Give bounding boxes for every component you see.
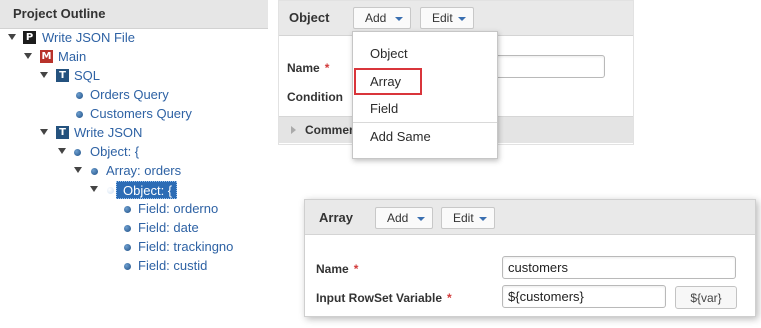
task-icon: T <box>56 69 69 82</box>
tree-node-label[interactable]: Main <box>58 49 86 64</box>
edit-button-label: Edit <box>453 211 474 225</box>
tree-node-label[interactable]: Array: orders <box>106 163 181 178</box>
tree-node-customers-query[interactable]: Customers Query <box>0 105 268 124</box>
expand-toggle-icon[interactable] <box>8 34 16 40</box>
bullet-icon <box>124 244 131 251</box>
expand-toggle-icon[interactable] <box>90 186 98 192</box>
menu-divider <box>353 122 497 123</box>
expand-toggle-icon[interactable] <box>40 72 48 78</box>
tree-node-label[interactable]: Field: custid <box>138 258 207 273</box>
bullet-icon <box>124 206 131 213</box>
tree-node-label[interactable]: Write JSON File <box>42 30 135 45</box>
array-edit-button[interactable]: Edit <box>441 207 495 229</box>
project-outline-panel: Project Outline P Write JSON File M Main… <box>0 0 268 282</box>
array-name-input[interactable]: customers <box>502 256 736 279</box>
chevron-down-icon <box>417 217 425 221</box>
tree-node-label[interactable]: SQL <box>74 68 100 83</box>
expand-toggle-icon[interactable] <box>74 167 82 173</box>
tree-node-field-trackingno[interactable]: Field: trackingno <box>0 238 268 257</box>
expand-toggle-icon[interactable] <box>24 53 32 59</box>
expand-toggle-icon[interactable] <box>40 129 48 135</box>
tree-node-label[interactable]: Write JSON <box>74 125 142 140</box>
tree-node-label[interactable]: Field: orderno <box>138 201 218 216</box>
bullet-icon <box>74 149 81 156</box>
menu-item-field[interactable]: Field <box>370 101 398 116</box>
required-marker: * <box>324 61 330 75</box>
tree-node-label[interactable]: Field: trackingno <box>138 239 233 254</box>
edit-button-label: Edit <box>432 11 453 25</box>
bullet-icon <box>107 187 114 194</box>
add-button-label: Add <box>387 211 409 225</box>
object-add-button[interactable]: Add <box>353 7 411 29</box>
main-module-icon: M <box>40 50 53 63</box>
object-name-label: Name * <box>287 61 330 75</box>
object-condition-label: Condition <box>287 90 343 104</box>
expand-toggle-icon[interactable] <box>58 148 66 154</box>
rowset-variable-label: Input RowSet Variable * <box>316 291 452 305</box>
tree-node-object[interactable]: Object: { <box>0 143 268 162</box>
object-panel-title: Object <box>289 10 330 25</box>
array-panel-title: Array <box>319 210 353 225</box>
bullet-icon <box>76 111 83 118</box>
rowset-variable-input[interactable]: ${customers} <box>502 285 666 308</box>
array-name-label: Name * <box>316 262 359 276</box>
menu-item-add-same[interactable]: Add Same <box>370 129 431 144</box>
required-marker: * <box>353 262 359 276</box>
object-edit-button[interactable]: Edit <box>420 7 474 29</box>
array-toolbar: Array Add Edit <box>305 200 755 235</box>
array-add-button[interactable]: Add <box>375 207 433 229</box>
bullet-icon <box>124 263 131 270</box>
required-marker: * <box>447 291 452 305</box>
bullet-icon <box>91 168 98 175</box>
highlight-box <box>354 68 422 95</box>
insert-variable-button[interactable]: ${var} <box>675 286 737 309</box>
tree-node-array-orders[interactable]: Array: orders <box>0 162 268 181</box>
tree-node-field-date[interactable]: Field: date <box>0 219 268 238</box>
bullet-icon <box>124 225 131 232</box>
chevron-down-icon <box>458 17 466 21</box>
tree-node-label[interactable]: Object: { <box>90 144 139 159</box>
tree-node-field-custid[interactable]: Field: custid <box>0 257 268 276</box>
tree-node-sql[interactable]: T SQL <box>0 67 268 86</box>
tree-node-label[interactable]: Orders Query <box>90 87 169 102</box>
add-button-label: Add <box>365 11 387 25</box>
tree-node-field-orderno[interactable]: Field: orderno <box>0 200 268 219</box>
chevron-down-icon <box>479 217 487 221</box>
menu-item-object[interactable]: Object <box>370 46 408 61</box>
tree-node-main[interactable]: M Main <box>0 48 268 67</box>
project-icon: P <box>23 31 36 44</box>
outline-title: Project Outline <box>0 0 268 29</box>
task-icon: T <box>56 126 69 139</box>
tree-node-write-json-file[interactable]: P Write JSON File <box>0 29 268 48</box>
object-name-input[interactable] <box>493 55 605 78</box>
expand-arrow-icon <box>291 126 296 134</box>
add-dropdown-menu: Object Array Field Add Same <box>352 31 498 159</box>
tree-node-orders-query[interactable]: Orders Query <box>0 86 268 105</box>
tree-node-label[interactable]: Object: { <box>116 181 178 199</box>
tree-node-label[interactable]: Customers Query <box>90 106 192 121</box>
tree-node-object-selected[interactable]: Object: { <box>0 181 268 200</box>
chevron-down-icon <box>395 17 403 21</box>
bullet-icon <box>76 92 83 99</box>
tree-node-label[interactable]: Field: date <box>138 220 199 235</box>
array-properties-panel: Array Add Edit Name * customers Input Row… <box>304 199 756 317</box>
tree-node-write-json[interactable]: T Write JSON <box>0 124 268 143</box>
